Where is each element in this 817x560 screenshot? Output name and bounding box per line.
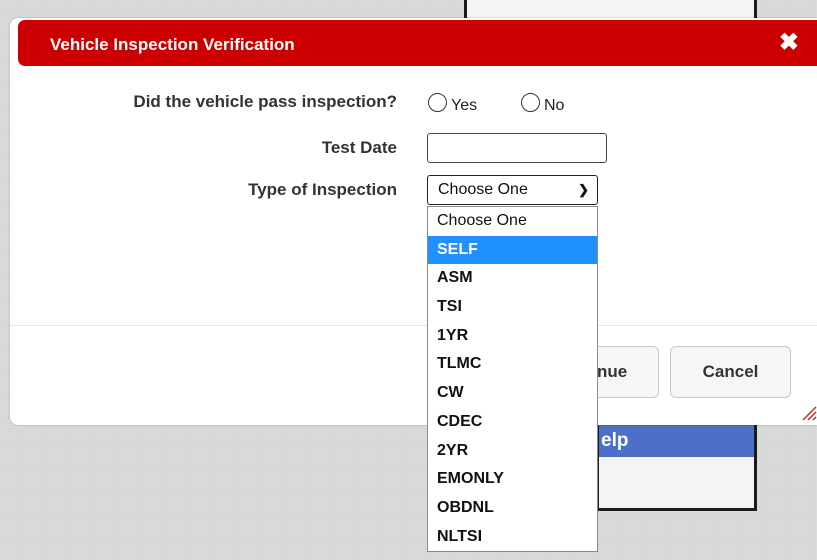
dropdown-option-asm[interactable]: ASM	[428, 264, 597, 293]
inspection-type-selected-value: Choose One	[438, 181, 528, 198]
dropdown-option-1yr[interactable]: 1YR	[428, 322, 597, 351]
no-radio-label: No	[544, 97, 565, 114]
dropdown-option-2yr[interactable]: 2YR	[428, 437, 597, 466]
dropdown-option-tsi[interactable]: TSI	[428, 293, 597, 322]
close-icon[interactable]: ✖	[779, 29, 799, 57]
no-radio[interactable]	[521, 93, 540, 112]
inspection-type-label: Type of Inspection	[248, 180, 397, 199]
dropdown-option-cw[interactable]: CW	[428, 379, 597, 408]
yes-radio-label: Yes	[451, 97, 478, 114]
chevron-down-icon: ❯	[578, 182, 589, 197]
dialog-title: Vehicle Inspection Verification	[50, 35, 295, 54]
inspection-type-select[interactable]: Choose One ❯	[427, 175, 598, 205]
pass-question-row: Did the vehicle pass inspection?	[10, 92, 397, 116]
help-button[interactable]: elp	[599, 425, 754, 457]
resize-grip-icon[interactable]	[799, 403, 817, 421]
yes-radio[interactable]	[428, 93, 447, 112]
dropdown-option-cdec[interactable]: CDEC	[428, 408, 597, 437]
pass-question-label: Did the vehicle pass inspection?	[133, 92, 397, 111]
dialog-titlebar: Vehicle Inspection Verification ✖	[18, 20, 817, 66]
inspection-type-options-list: Choose One SELF ASM TSI 1YR TLMC CW CDEC 2YR EMON…	[427, 206, 598, 552]
dropdown-option-choose-one[interactable]: Choose One	[428, 207, 597, 236]
dropdown-option-emonly[interactable]: EMONLY	[428, 465, 597, 494]
dropdown-option-obdnl[interactable]: OBDNL	[428, 494, 597, 523]
continue-button-label: nue	[597, 362, 628, 381]
cancel-button[interactable]: Cancel	[670, 346, 791, 398]
dropdown-option-tlmc[interactable]: TLMC	[428, 350, 597, 379]
help-button-label: elp	[601, 430, 629, 451]
test-date-label: Test Date	[321, 138, 397, 157]
test-date-row: Test Date	[10, 138, 397, 162]
dropdown-option-nltsi[interactable]: NLTSI	[428, 523, 597, 552]
dropdown-option-self[interactable]: SELF	[428, 235, 597, 265]
background-panel-bottom: elp	[596, 410, 757, 511]
test-date-input[interactable]	[427, 133, 607, 163]
inspection-type-row: Type of Inspection	[10, 180, 397, 204]
inspection-dialog: Vehicle Inspection Verification ✖ Did th…	[10, 18, 817, 425]
cancel-button-label: Cancel	[702, 362, 759, 381]
dialog-divider	[10, 325, 817, 326]
